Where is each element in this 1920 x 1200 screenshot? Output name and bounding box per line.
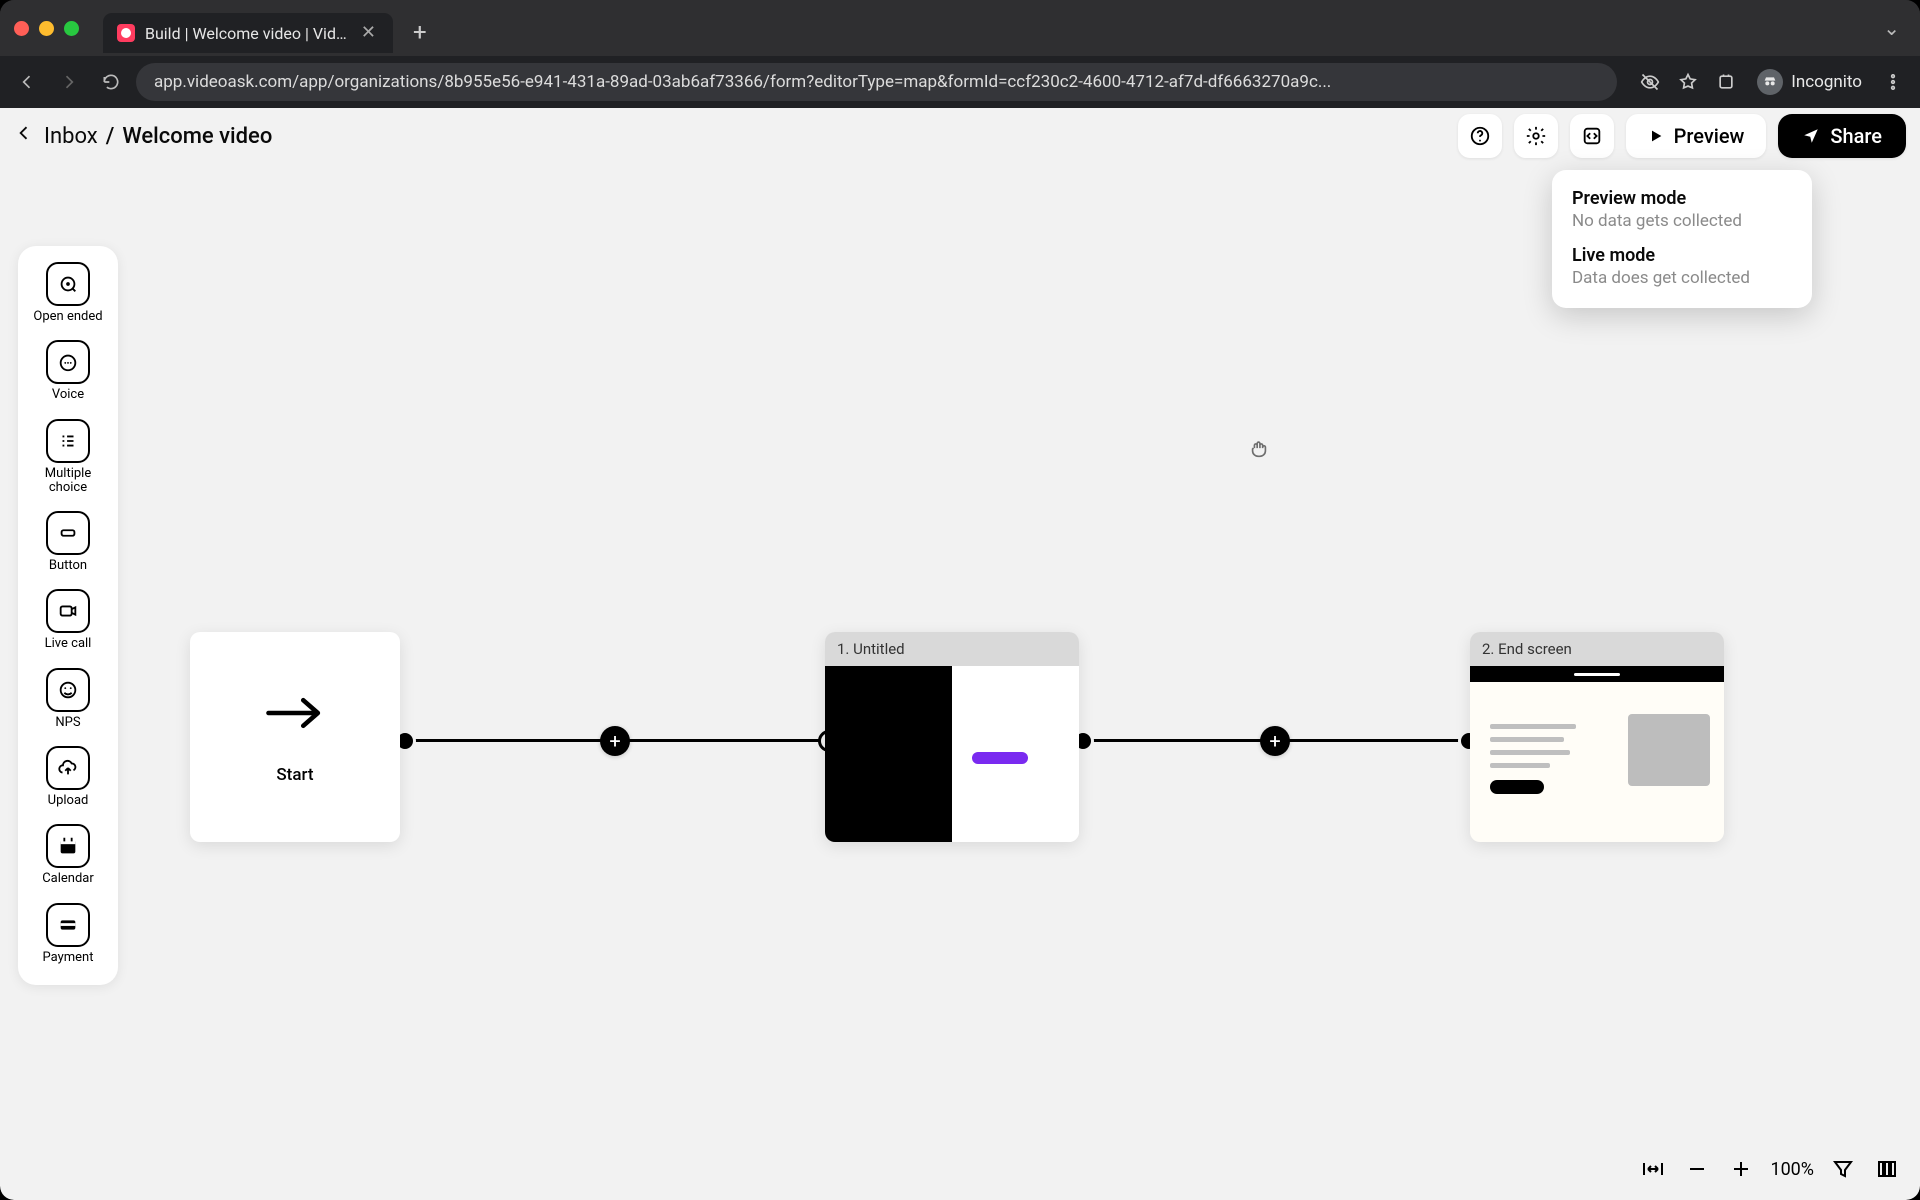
- nav-back-button[interactable]: [10, 65, 44, 99]
- nav-reload-button[interactable]: [94, 65, 128, 99]
- tab-title: Build | Welcome video | VideoA: [145, 24, 348, 43]
- start-node[interactable]: Start: [190, 632, 400, 842]
- browser-window: Build | Welcome video | VideoA ✕ + ⌄ app…: [0, 0, 1920, 1200]
- step-answer-panel: [952, 666, 1079, 842]
- tab-close-icon[interactable]: ✕: [358, 22, 379, 44]
- flow-track: + + Start 1. Untitled: [0, 632, 1920, 872]
- end-screen-node[interactable]: 2. End screen: [1470, 632, 1724, 842]
- layout-toggle-icon[interactable]: [1872, 1154, 1902, 1184]
- window-minimize[interactable]: [39, 21, 54, 36]
- nav-forward-button[interactable]: [52, 65, 86, 99]
- grab-cursor-icon: [1248, 438, 1270, 460]
- end-text-lines: [1490, 724, 1576, 776]
- zoom-in-button[interactable]: [1726, 1154, 1756, 1184]
- filter-icon[interactable]: [1828, 1154, 1858, 1184]
- add-step-button[interactable]: +: [600, 726, 630, 756]
- window-zoom[interactable]: [64, 21, 79, 36]
- extensions-icon[interactable]: [1709, 65, 1743, 99]
- window-close[interactable]: [14, 21, 29, 36]
- window-controls: [14, 21, 79, 36]
- incognito-icon: [1757, 69, 1783, 95]
- step-node-1[interactable]: 1. Untitled: [825, 632, 1079, 842]
- new-tab-button[interactable]: +: [403, 12, 437, 52]
- tabs-overflow-icon[interactable]: ⌄: [1883, 16, 1900, 40]
- end-screen-title: 2. End screen: [1470, 632, 1724, 666]
- address-bar: app.videoask.com/app/organizations/8b955…: [0, 56, 1920, 108]
- end-cta-placeholder: [1490, 780, 1544, 794]
- titlebar: Build | Welcome video | VideoA ✕ + ⌄: [0, 0, 1920, 56]
- video-thumbnail: [825, 666, 952, 842]
- zoom-toolbar: 100%: [1638, 1154, 1902, 1184]
- url-text: app.videoask.com/app/organizations/8b955…: [154, 72, 1331, 92]
- app-viewport: Inbox / Welcome video Preview Share: [0, 108, 1920, 1200]
- incognito-label: Incognito: [1791, 72, 1862, 92]
- incognito-indicator[interactable]: Incognito: [1747, 65, 1872, 99]
- eye-off-icon[interactable]: [1633, 65, 1667, 99]
- arrow-right-icon: [263, 689, 327, 737]
- end-screen-body: [1470, 666, 1724, 842]
- start-node-label: Start: [276, 765, 313, 785]
- fit-width-icon[interactable]: [1638, 1154, 1668, 1184]
- answer-pill: [972, 752, 1028, 764]
- kebab-menu-icon[interactable]: [1876, 65, 1910, 99]
- end-topbar: [1470, 666, 1724, 682]
- zoom-percent: 100%: [1770, 1159, 1814, 1180]
- end-thumbnail: [1628, 714, 1710, 786]
- url-field[interactable]: app.videoask.com/app/organizations/8b955…: [136, 63, 1617, 101]
- flow-canvas[interactable]: + + Start 1. Untitled: [0, 108, 1920, 1200]
- browser-tab[interactable]: Build | Welcome video | VideoA ✕: [103, 13, 393, 53]
- step-node-1-title: 1. Untitled: [825, 632, 1079, 666]
- zoom-out-button[interactable]: [1682, 1154, 1712, 1184]
- add-step-button[interactable]: +: [1260, 726, 1290, 756]
- toolbar-right: Incognito: [1633, 65, 1910, 99]
- tab-favicon: [117, 24, 135, 42]
- step-node-1-body: [825, 666, 1079, 842]
- star-icon[interactable]: [1671, 65, 1705, 99]
